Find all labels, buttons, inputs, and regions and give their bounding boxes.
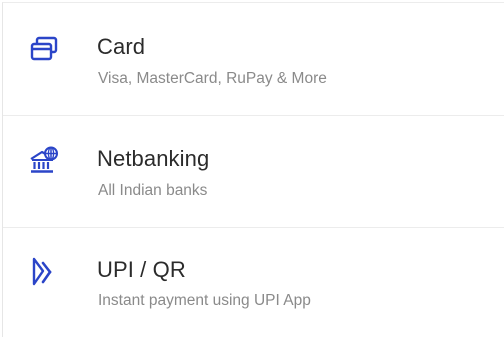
upi-icon <box>32 257 52 286</box>
payment-option-netbanking[interactable]: Netbanking All Indian banks <box>3 116 504 228</box>
payment-option-subtitle: All Indian banks <box>98 182 208 199</box>
payment-option-title: Netbanking <box>97 146 210 171</box>
payment-option-title: UPI / QR <box>97 257 186 282</box>
payment-option-subtitle: Instant payment using UPI App <box>98 292 311 309</box>
payment-option-subtitle: Visa, MasterCard, RuPay & More <box>98 70 327 87</box>
payment-option-title: Card <box>97 34 146 59</box>
bank-globe-icon <box>30 146 58 173</box>
payment-methods-list: Card Visa, MasterCard, RuPay & More Netb… <box>2 2 504 338</box>
payment-option-card[interactable]: Card Visa, MasterCard, RuPay & More <box>3 3 504 116</box>
payment-option-upi[interactable]: UPI / QR Instant payment using UPI App <box>3 228 504 338</box>
card-icon <box>30 36 58 61</box>
